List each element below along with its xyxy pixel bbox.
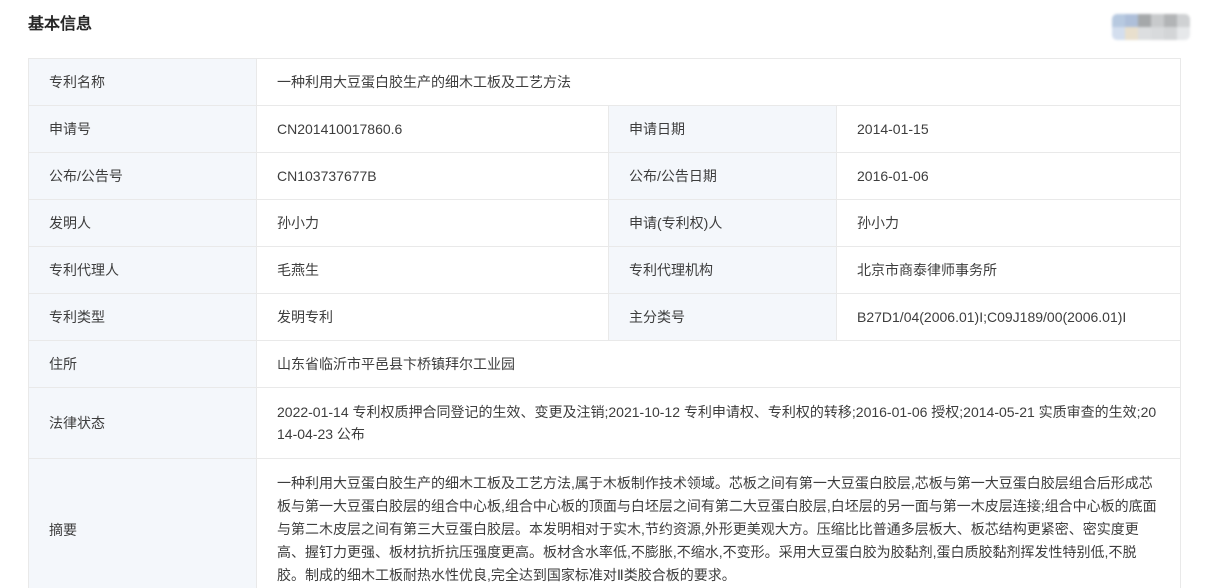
row-legal-status: 法律状态 2022-01-14 专利权质押合同登记的生效、变更及注销;2021-… [29, 388, 1181, 459]
inventor-label: 发明人 [29, 200, 257, 247]
inventor-value: 孙小力 [257, 200, 609, 247]
abstract-value: 一种利用大豆蛋白胶生产的细木工板及工艺方法,属于木板制作技术领域。芯板之间有第一… [257, 459, 1181, 588]
agent-label: 专利代理人 [29, 247, 257, 294]
applicant-label: 申请(专利权)人 [609, 200, 837, 247]
legal-status-value: 2022-01-14 专利权质押合同登记的生效、变更及注销;2021-10-12… [257, 388, 1181, 459]
agency-label: 专利代理机构 [609, 247, 837, 294]
application-date-label: 申请日期 [609, 106, 837, 153]
row-agent: 专利代理人 毛燕生 专利代理机构 北京市商泰律师事务所 [29, 247, 1181, 294]
row-inventor: 发明人 孙小力 申请(专利权)人 孙小力 [29, 200, 1181, 247]
publication-no-label: 公布/公告号 [29, 153, 257, 200]
address-value: 山东省临沂市平邑县卞桥镇拜尔工业园 [257, 341, 1181, 388]
application-no-label: 申请号 [29, 106, 257, 153]
row-patent-name: 专利名称 一种利用大豆蛋白胶生产的细木工板及工艺方法 [29, 59, 1181, 106]
publication-date-label: 公布/公告日期 [609, 153, 837, 200]
publication-no-value: CN103737677B [257, 153, 609, 200]
main-class-value: B27D1/04(2006.01)I;C09J189/00(2006.01)I [837, 294, 1181, 341]
row-patent-type: 专利类型 发明专利 主分类号 B27D1/04(2006.01)I;C09J18… [29, 294, 1181, 341]
agent-value: 毛燕生 [257, 247, 609, 294]
application-date-value: 2014-01-15 [837, 106, 1181, 153]
patent-type-value: 发明专利 [257, 294, 609, 341]
redacted-badge[interactable] [1112, 14, 1190, 40]
row-application: 申请号 CN201410017860.6 申请日期 2014-01-15 [29, 106, 1181, 153]
row-publication: 公布/公告号 CN103737677B 公布/公告日期 2016-01-06 [29, 153, 1181, 200]
address-label: 住所 [29, 341, 257, 388]
row-abstract: 摘要 一种利用大豆蛋白胶生产的细木工板及工艺方法,属于木板制作技术领域。芯板之间… [29, 459, 1181, 588]
patent-name-value: 一种利用大豆蛋白胶生产的细木工板及工艺方法 [257, 59, 1181, 106]
applicant-value: 孙小力 [837, 200, 1181, 247]
row-address: 住所 山东省临沂市平邑县卞桥镇拜尔工业园 [29, 341, 1181, 388]
main-class-label: 主分类号 [609, 294, 837, 341]
application-no-value: CN201410017860.6 [257, 106, 609, 153]
agency-value: 北京市商泰律师事务所 [837, 247, 1181, 294]
legal-status-label: 法律状态 [29, 388, 257, 459]
patent-type-label: 专利类型 [29, 294, 257, 341]
page-header: 基本信息 [0, 0, 1223, 58]
page-title: 基本信息 [28, 13, 92, 37]
basic-info-table: 专利名称 一种利用大豆蛋白胶生产的细木工板及工艺方法 申请号 CN2014100… [28, 58, 1181, 588]
patent-name-label: 专利名称 [29, 59, 257, 106]
abstract-label: 摘要 [29, 459, 257, 588]
publication-date-value: 2016-01-06 [837, 153, 1181, 200]
